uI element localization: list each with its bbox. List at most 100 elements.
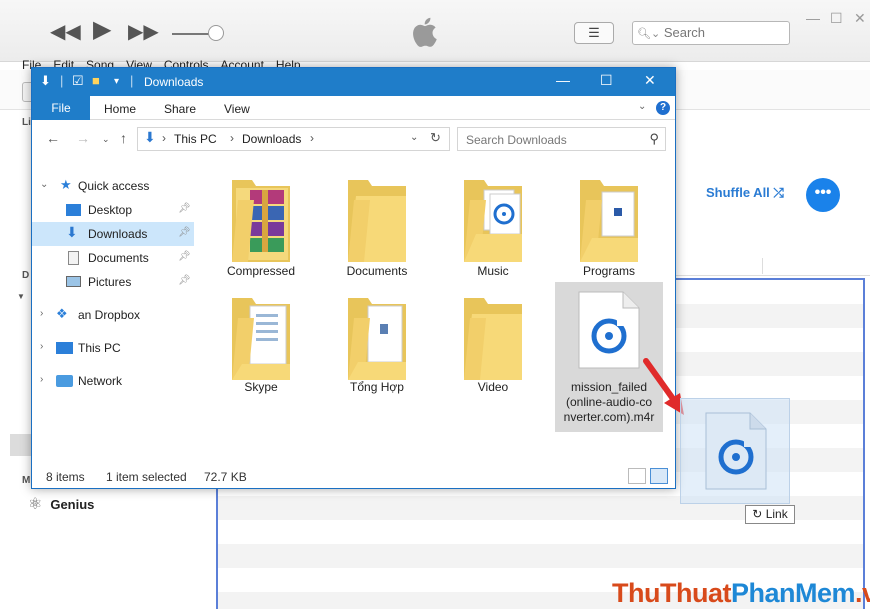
item-count: 8 items — [46, 470, 85, 484]
dropbox-icon: ❖ — [56, 306, 68, 321]
file-explorer-window: ⬇ | ☑ ■ ▾ | Downloads — ☐ ✕ File Home Sh… — [31, 67, 676, 489]
search-icon: ⚲ — [649, 131, 659, 146]
breadcrumb-this-pc[interactable]: This PC — [174, 132, 217, 146]
details-view-icon[interactable] — [628, 468, 646, 484]
document-icon — [68, 251, 79, 265]
chevron-right-icon: › — [230, 131, 234, 145]
desktop-icon — [66, 204, 81, 216]
folder-icon — [348, 180, 406, 262]
programs-folder-icon — [580, 180, 638, 262]
new-folder-icon[interactable]: ■ — [92, 73, 100, 88]
navigation-pane: ⌄ ★ Quick access Desktop 📌︎ ⬇ Downloads … — [32, 164, 196, 454]
folder-skype[interactable]: Skype — [207, 292, 315, 402]
watermark: ThuThuatPhanMem.vn — [612, 578, 870, 608]
chevron-right-icon[interactable]: › — [40, 308, 43, 319]
sidebar-section-devices: D — [22, 270, 30, 281]
fast-forward-icon[interactable]: ▶▶ — [128, 18, 159, 46]
sidebar-item-downloads[interactable]: ⬇ Downloads 📌︎ — [32, 222, 194, 246]
chevron-right-icon: › — [310, 131, 314, 145]
song-column-header — [676, 256, 870, 276]
sidebar-item-quick-access[interactable]: ⌄ ★ Quick access — [32, 174, 194, 198]
expand-arrow-icon[interactable]: ▼ — [17, 292, 25, 301]
sidebar-section-music-playlists: M — [22, 475, 31, 486]
tab-view[interactable]: View — [224, 102, 250, 116]
volume-knob[interactable] — [208, 25, 224, 41]
rewind-icon[interactable]: ◀◀ — [50, 18, 81, 46]
computer-icon — [56, 342, 73, 354]
minimize-icon[interactable]: — — [556, 72, 570, 88]
recent-chevron-icon[interactable]: ⌄ — [102, 134, 110, 145]
forward-arrow-icon[interactable]: → — [76, 130, 90, 146]
properties-icon[interactable]: ☑ — [72, 73, 84, 89]
download-arrow-icon: ⬇ — [144, 129, 156, 145]
customize-toolbar-icon[interactable]: ▾ — [114, 76, 119, 87]
pin-icon[interactable]: 📌︎ — [178, 227, 191, 238]
shuffle-all-button[interactable]: Shuffle All ⤮ — [706, 185, 784, 201]
list-view-icon[interactable]: ☰ — [574, 22, 614, 44]
tab-share[interactable]: Share — [164, 102, 196, 116]
drag-ghost — [680, 398, 790, 504]
search-icon: 🔍︎⌄ — [637, 28, 661, 40]
folder-documents[interactable]: Documents — [323, 172, 431, 284]
network-icon — [56, 375, 73, 387]
download-arrow-icon: ⬇ — [40, 73, 51, 88]
pictures-icon — [66, 276, 81, 287]
pin-icon[interactable]: 📌︎ — [178, 203, 191, 214]
itunes-search-input[interactable]: 🔍︎⌄ Search — [632, 21, 790, 45]
chevron-down-icon[interactable]: ⌄ — [40, 179, 48, 190]
close-icon[interactable]: ✕ — [854, 10, 866, 27]
chevron-right-icon: › — [162, 131, 166, 145]
up-arrow-icon[interactable]: ↑ — [120, 130, 127, 146]
more-options-button[interactable]: ••• — [806, 178, 840, 212]
minimize-icon[interactable]: — — [806, 10, 820, 26]
close-icon[interactable]: ✕ — [644, 72, 656, 89]
folder-programs[interactable]: Programs — [555, 172, 663, 284]
sidebar-item-dropbox[interactable]: › ❖ an Dropbox — [32, 303, 194, 327]
folder-tong-hop[interactable]: Tổng Hợp — [323, 292, 431, 402]
archive-folder-icon — [232, 180, 290, 262]
large-icons-view-icon[interactable] — [650, 468, 668, 484]
shuffle-icon: ⤮ — [773, 185, 784, 200]
chevron-right-icon[interactable]: › — [40, 341, 43, 352]
pin-icon[interactable]: 📌︎ — [178, 251, 191, 262]
sidebar-item-desktop[interactable]: Desktop 📌︎ — [32, 198, 194, 222]
refresh-icon[interactable]: ↻ — [430, 130, 441, 146]
help-icon[interactable]: ? — [656, 101, 670, 115]
back-arrow-icon[interactable]: ← — [46, 130, 60, 146]
chevron-right-icon[interactable]: › — [40, 374, 43, 385]
chevron-down-icon[interactable]: ⌄ — [410, 132, 418, 143]
selection-count: 1 item selected — [106, 470, 187, 484]
sidebar-item-this-pc[interactable]: › This PC — [32, 336, 194, 360]
folder-music[interactable]: Music — [439, 172, 547, 284]
itunes-toolbar: ◀◀ ▶ ▶▶ ☰ 🔍︎⌄ Search — ☐ ✕ File Edit Song V… — [0, 0, 870, 70]
search-downloads-input[interactable]: Search Downloads ⚲ — [457, 127, 666, 151]
link-badge: ↻ Link — [745, 505, 795, 524]
breadcrumb-downloads[interactable]: Downloads — [242, 132, 301, 146]
sidebar-item-network[interactable]: › Network — [32, 369, 194, 393]
link-icon: ↻ — [752, 507, 763, 521]
tab-file[interactable]: File — [32, 96, 90, 120]
sidebar-section-library: Li — [22, 117, 31, 128]
download-arrow-icon: ⬇ — [66, 224, 78, 240]
maximize-icon[interactable]: ☐ — [830, 10, 843, 27]
maximize-icon[interactable]: ☐ — [600, 72, 613, 89]
document-folder-icon — [232, 298, 290, 380]
folder-compressed[interactable]: Compressed — [207, 172, 315, 284]
genius-atom-icon: ⚛ — [28, 496, 43, 513]
explorer-titlebar: ⬇ | ☑ ■ ▾ | Downloads — ☐ ✕ — [32, 68, 675, 96]
sidebar-item-genius[interactable]: ⚛ Genius — [28, 494, 94, 514]
play-icon[interactable]: ▶ — [93, 16, 111, 44]
window-title: Downloads — [144, 75, 204, 89]
folder-icon — [464, 298, 522, 380]
address-row: ← → ⌄ ↑ ⬇ › This PC › Downloads › ⌄ ↻ Se… — [32, 121, 675, 155]
apple-logo-icon — [413, 17, 437, 47]
status-bar: 8 items 1 item selected 72.7 KB — [32, 466, 675, 488]
folder-video[interactable]: Video — [439, 292, 547, 402]
pin-icon[interactable]: 📌︎ — [178, 275, 191, 286]
ribbon-tabs: File Home Share View ⌄ ? — [32, 96, 675, 120]
address-bar[interactable]: ⬇ › This PC › Downloads › ⌄ ↻ — [137, 127, 450, 151]
sidebar-item-pictures[interactable]: Pictures 📌︎ — [32, 270, 194, 294]
tab-home[interactable]: Home — [104, 102, 136, 116]
sidebar-item-documents[interactable]: Documents 📌︎ — [32, 246, 194, 270]
chevron-down-icon[interactable]: ⌄ — [638, 101, 646, 112]
